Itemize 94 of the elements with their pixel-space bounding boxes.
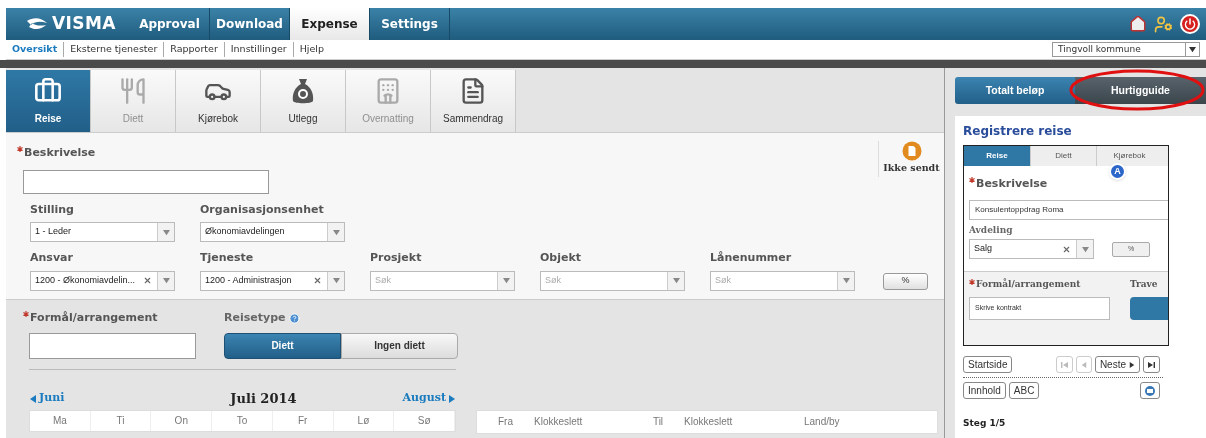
field-label: Formål/arrangement <box>30 310 158 326</box>
status-text: Ikke sendt <box>883 161 940 175</box>
logo-icon <box>26 17 48 31</box>
segment-button[interactable]: Diett <box>224 332 341 359</box>
field-label: Beskrivelse <box>24 145 96 161</box>
document-status-icon <box>901 141 922 161</box>
field-label: Reisetype <box>224 310 286 326</box>
next-button[interactable]: Neste <box>1094 356 1140 373</box>
guide-title: Registrere reise <box>963 123 1073 140</box>
select-field[interactable]: Økonomiavdelingen <box>200 222 345 242</box>
percent-button[interactable]: % <box>883 272 928 290</box>
sub-nav-link[interactable]: Hjelp <box>292 42 330 57</box>
field-label: Objekt <box>540 250 582 266</box>
caret-icon <box>1189 46 1196 53</box>
step-tab[interactable]: Utlegg <box>261 70 346 132</box>
field-label: Ansvar <box>30 250 73 266</box>
money-bag-icon <box>291 76 315 105</box>
guide-nav-button[interactable]: Startside <box>963 356 1013 373</box>
column-header: Klokkeslett <box>683 415 734 429</box>
select-field[interactable]: 1200 - Økonomiavdelin... <box>30 270 175 291</box>
sub-nav-link[interactable]: Innstillinger <box>223 42 293 57</box>
weekday-label: Fr <box>272 410 334 431</box>
required-icon <box>969 279 975 285</box>
panel-tab[interactable]: Totalt beløp <box>955 77 1075 104</box>
guide-nav-button[interactable]: ABC <box>1008 382 1040 399</box>
description-value: Konsulentoppdrag Roma <box>969 199 1168 220</box>
logo-text: VISMA <box>52 12 116 36</box>
first-page-icon <box>1060 361 1068 368</box>
step-counter: Steg 1/5 <box>963 417 1007 430</box>
nav-tab[interactable]: Expense <box>290 8 370 40</box>
purpose-input[interactable] <box>29 332 196 359</box>
weekday-label: On <box>151 410 213 431</box>
clear-icon[interactable] <box>1062 244 1071 254</box>
field-label: Lånenummer <box>710 250 792 266</box>
previous-arrow-icon <box>1080 361 1087 368</box>
select-field[interactable]: 1 - Leder <box>30 222 175 242</box>
segment-button[interactable]: Ingen diett <box>341 332 458 359</box>
field-label: Prosjekt <box>370 250 422 266</box>
step-tab[interactable]: Reise <box>6 70 91 132</box>
required-icon <box>969 177 975 183</box>
caret-icon <box>1081 245 1089 253</box>
last-page-button[interactable] <box>1143 356 1160 373</box>
field-label: Organisasjonsenhet <box>200 201 324 218</box>
sub-nav-link[interactable]: Eksterne tjenester <box>63 42 164 57</box>
clear-icon[interactable] <box>313 276 322 285</box>
field-label: Avdeling <box>969 223 1014 237</box>
caret-icon <box>332 277 340 284</box>
select-field[interactable]: Salg <box>969 239 1094 259</box>
nav-tab[interactable]: Settings <box>370 8 450 40</box>
step-tab[interactable]: Kjørebok <box>176 70 261 132</box>
weekday-label: Lø <box>333 410 395 431</box>
next-month-link[interactable]: August <box>402 390 456 407</box>
field-label: Stilling <box>30 201 74 218</box>
next-arrow-icon <box>1129 361 1135 368</box>
weekday-label: To <box>212 410 273 431</box>
column-header: Land/by <box>803 415 841 429</box>
step-tab[interactable]: Sammendrag <box>431 70 516 132</box>
sub-nav-link[interactable]: Rapporter <box>163 42 224 57</box>
caret-icon <box>842 277 850 284</box>
panel-tab[interactable]: Hurtigguide <box>1075 77 1206 104</box>
cutlery-icon <box>119 76 147 105</box>
last-page-icon <box>1148 361 1155 368</box>
caret-icon <box>502 277 510 284</box>
suitcase-icon <box>34 76 62 105</box>
weekday-label: Ti <box>90 410 152 431</box>
previous-month-link[interactable]: Juni <box>29 390 65 407</box>
weekday-label: Sø <box>394 410 455 431</box>
home-icon[interactable] <box>1129 15 1147 33</box>
guide-nav-button[interactable]: Innhold <box>963 382 1006 399</box>
column-header: Til <box>651 415 665 429</box>
nav-tab[interactable]: Approval <box>130 8 210 40</box>
sub-nav-link[interactable]: Oversikt <box>6 42 64 57</box>
column-header: Fra <box>497 415 514 429</box>
month-title: Juli 2014 <box>230 389 297 408</box>
caret-icon <box>162 277 170 284</box>
print-button[interactable] <box>1140 382 1160 399</box>
next-arrow-icon <box>448 394 456 403</box>
select-field[interactable]: 1200 - Administrasjon <box>200 270 345 291</box>
user-settings-icon[interactable] <box>1154 14 1173 34</box>
column-header: Klokkeslett <box>533 415 584 429</box>
field-label: Formål/arrangement <box>976 278 1081 291</box>
field-label: Trave <box>1130 278 1159 291</box>
field-label: Beskrivelse <box>976 176 1048 192</box>
clear-icon[interactable] <box>143 276 152 285</box>
previous-arrow-icon <box>29 394 37 403</box>
organization-select[interactable]: Tingvoll kommune <box>1052 42 1200 57</box>
caret-icon <box>672 277 680 284</box>
help-icon[interactable] <box>289 312 301 324</box>
caret-icon <box>332 228 340 236</box>
caret-icon <box>162 228 170 236</box>
power-icon[interactable] <box>1180 14 1200 34</box>
field-label: Tjeneste <box>200 250 254 266</box>
description-input[interactable] <box>23 169 269 194</box>
weekday-label: Ma <box>30 410 91 431</box>
